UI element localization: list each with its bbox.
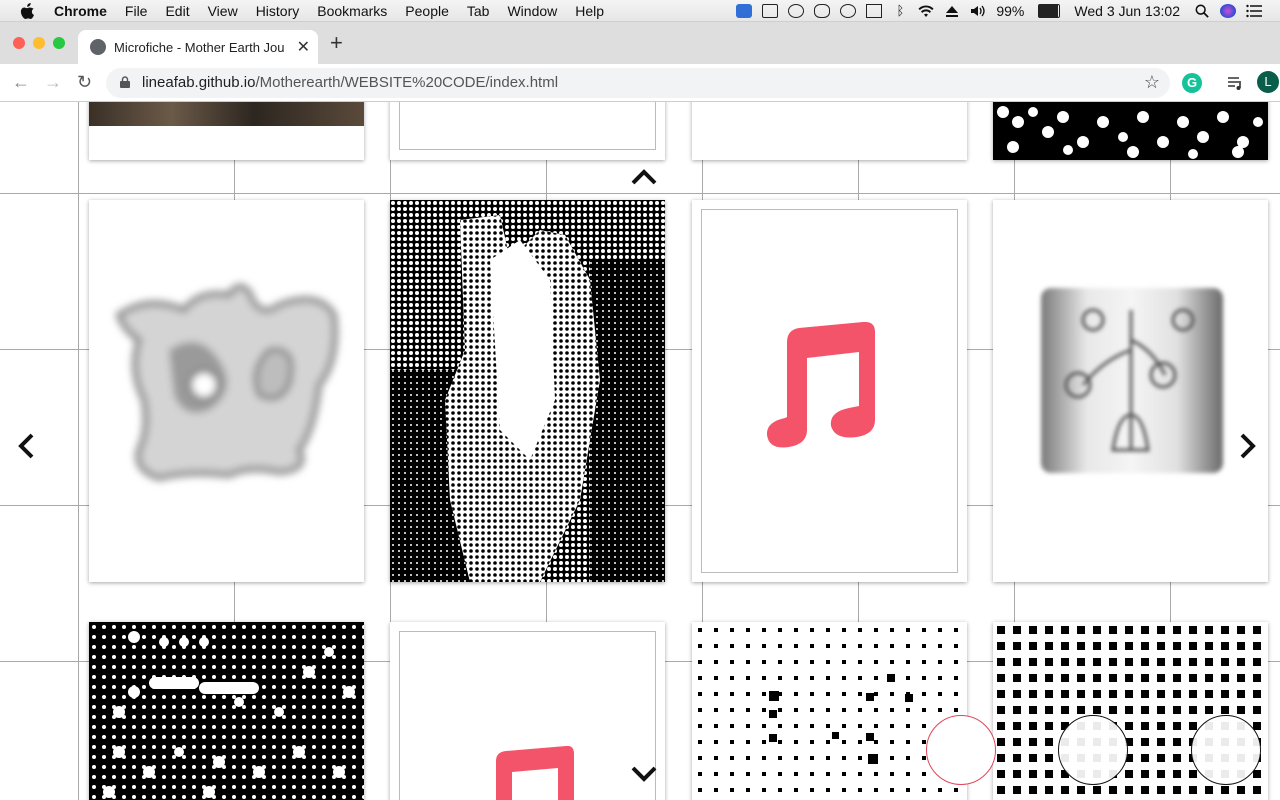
grid-line bbox=[0, 193, 1280, 194]
halftone-hands-image bbox=[390, 200, 665, 582]
bookmark-star-icon[interactable]: ☆ bbox=[1144, 72, 1160, 93]
fiche-card-hands[interactable] bbox=[390, 200, 665, 582]
close-icon[interactable]: ✕ bbox=[297, 37, 310, 57]
spotlight-search-icon[interactable] bbox=[1194, 4, 1210, 18]
embossed-flowers-image bbox=[1041, 288, 1223, 473]
chevron-right-icon[interactable] bbox=[1238, 432, 1258, 460]
apple-icon[interactable] bbox=[20, 2, 36, 19]
cursor-circle-red[interactable] bbox=[926, 715, 996, 785]
cursor-circle[interactable] bbox=[1058, 715, 1128, 785]
grid-line bbox=[78, 102, 79, 800]
url-path: /Motherearth/WEBSITE%20CODE/index.html bbox=[255, 74, 559, 91]
menu-edit[interactable]: Edit bbox=[165, 3, 189, 19]
globe-icon bbox=[90, 39, 106, 55]
clock[interactable]: Wed 3 Jun 13:02 bbox=[1074, 3, 1180, 19]
mac-menubar: Chrome File Edit View History Bookmarks … bbox=[0, 0, 1280, 22]
menu-history[interactable]: History bbox=[256, 3, 300, 19]
fiche-card-halftone[interactable] bbox=[993, 102, 1268, 160]
fiche-card-photo[interactable] bbox=[89, 102, 364, 160]
window-close-button[interactable] bbox=[13, 37, 25, 49]
fiche-card-blank[interactable] bbox=[390, 102, 665, 160]
browser-tab-bar: Microfiche - Mother Earth Jour ✕ + bbox=[0, 22, 1280, 64]
cloud-sync-icon[interactable] bbox=[840, 4, 857, 18]
menu-tab[interactable]: Tab bbox=[467, 3, 490, 19]
chevron-down-icon[interactable] bbox=[631, 765, 657, 783]
square-dot-pattern-image bbox=[692, 622, 967, 800]
media-control-icon[interactable] bbox=[1226, 73, 1246, 93]
tab-title: Microfiche - Mother Earth Jour bbox=[114, 39, 284, 55]
fiche-card-halftone[interactable] bbox=[89, 622, 364, 800]
microfiche-page bbox=[0, 102, 1280, 800]
status-app-icon[interactable] bbox=[736, 4, 753, 18]
eject-icon[interactable] bbox=[944, 4, 960, 18]
siri-icon[interactable] bbox=[1220, 4, 1236, 18]
forward-button[interactable]: → bbox=[44, 72, 62, 93]
menu-app-name[interactable]: Chrome bbox=[54, 3, 107, 19]
wifi-icon[interactable] bbox=[918, 4, 934, 18]
battery-percent: 99% bbox=[996, 3, 1025, 19]
window-minimize-button[interactable] bbox=[33, 37, 45, 49]
bluetooth-icon[interactable]: ᛒ bbox=[892, 4, 908, 18]
back-button[interactable]: ← bbox=[12, 72, 30, 93]
chevron-up-icon[interactable] bbox=[631, 168, 657, 186]
halftone-image bbox=[993, 102, 1268, 160]
reload-button[interactable]: ↻ bbox=[77, 72, 92, 93]
profile-avatar[interactable]: L bbox=[1257, 71, 1279, 93]
notification-center-icon[interactable] bbox=[1246, 4, 1262, 18]
new-tab-button[interactable]: + bbox=[330, 30, 343, 56]
menu-window[interactable]: Window bbox=[507, 3, 557, 19]
halftone-image bbox=[89, 622, 364, 800]
url-text[interactable]: lineafab.github.io/Motherearth/WEBSITE%2… bbox=[142, 74, 558, 91]
browser-toolbar: ← → ↻ lineafab.github.io/Motherearth/WEB… bbox=[0, 64, 1280, 102]
address-bar[interactable]: lineafab.github.io/Motherearth/WEBSITE%2… bbox=[106, 68, 1170, 98]
printer-icon[interactable] bbox=[866, 4, 883, 18]
chevron-left-icon[interactable] bbox=[16, 432, 36, 460]
url-host: lineafab.github.io bbox=[142, 74, 256, 91]
display-icon[interactable] bbox=[762, 4, 779, 18]
cursor-circle[interactable] bbox=[1191, 715, 1261, 785]
window-zoom-button[interactable] bbox=[53, 37, 65, 49]
grammarly-icon[interactable]: G bbox=[1182, 73, 1202, 93]
volume-icon[interactable] bbox=[970, 4, 986, 18]
fiche-card-audio[interactable] bbox=[390, 622, 665, 800]
menu-file[interactable]: File bbox=[125, 3, 148, 19]
fiche-card-pixel-dots[interactable] bbox=[692, 622, 967, 800]
blurred-abstract-image bbox=[115, 283, 338, 482]
evernote-icon[interactable] bbox=[788, 4, 805, 18]
music-note-icon[interactable] bbox=[496, 746, 576, 800]
music-note-icon[interactable] bbox=[767, 322, 877, 452]
creative-cloud-icon[interactable] bbox=[814, 4, 831, 18]
card-frame bbox=[399, 102, 656, 150]
lock-icon[interactable] bbox=[120, 76, 130, 88]
battery-icon[interactable] bbox=[1038, 4, 1061, 18]
menu-bookmarks[interactable]: Bookmarks bbox=[317, 3, 387, 19]
photo-thumbnail bbox=[89, 102, 364, 126]
menu-view[interactable]: View bbox=[208, 3, 238, 19]
menu-people[interactable]: People bbox=[405, 3, 449, 19]
fiche-card-abstract[interactable] bbox=[89, 200, 364, 582]
fiche-card-blank[interactable] bbox=[692, 102, 967, 160]
fiche-card-embossed[interactable] bbox=[993, 200, 1268, 582]
tab-microfiche[interactable]: Microfiche - Mother Earth Jour ✕ bbox=[78, 30, 318, 64]
fiche-card-audio[interactable] bbox=[692, 200, 967, 582]
menu-help[interactable]: Help bbox=[575, 3, 604, 19]
